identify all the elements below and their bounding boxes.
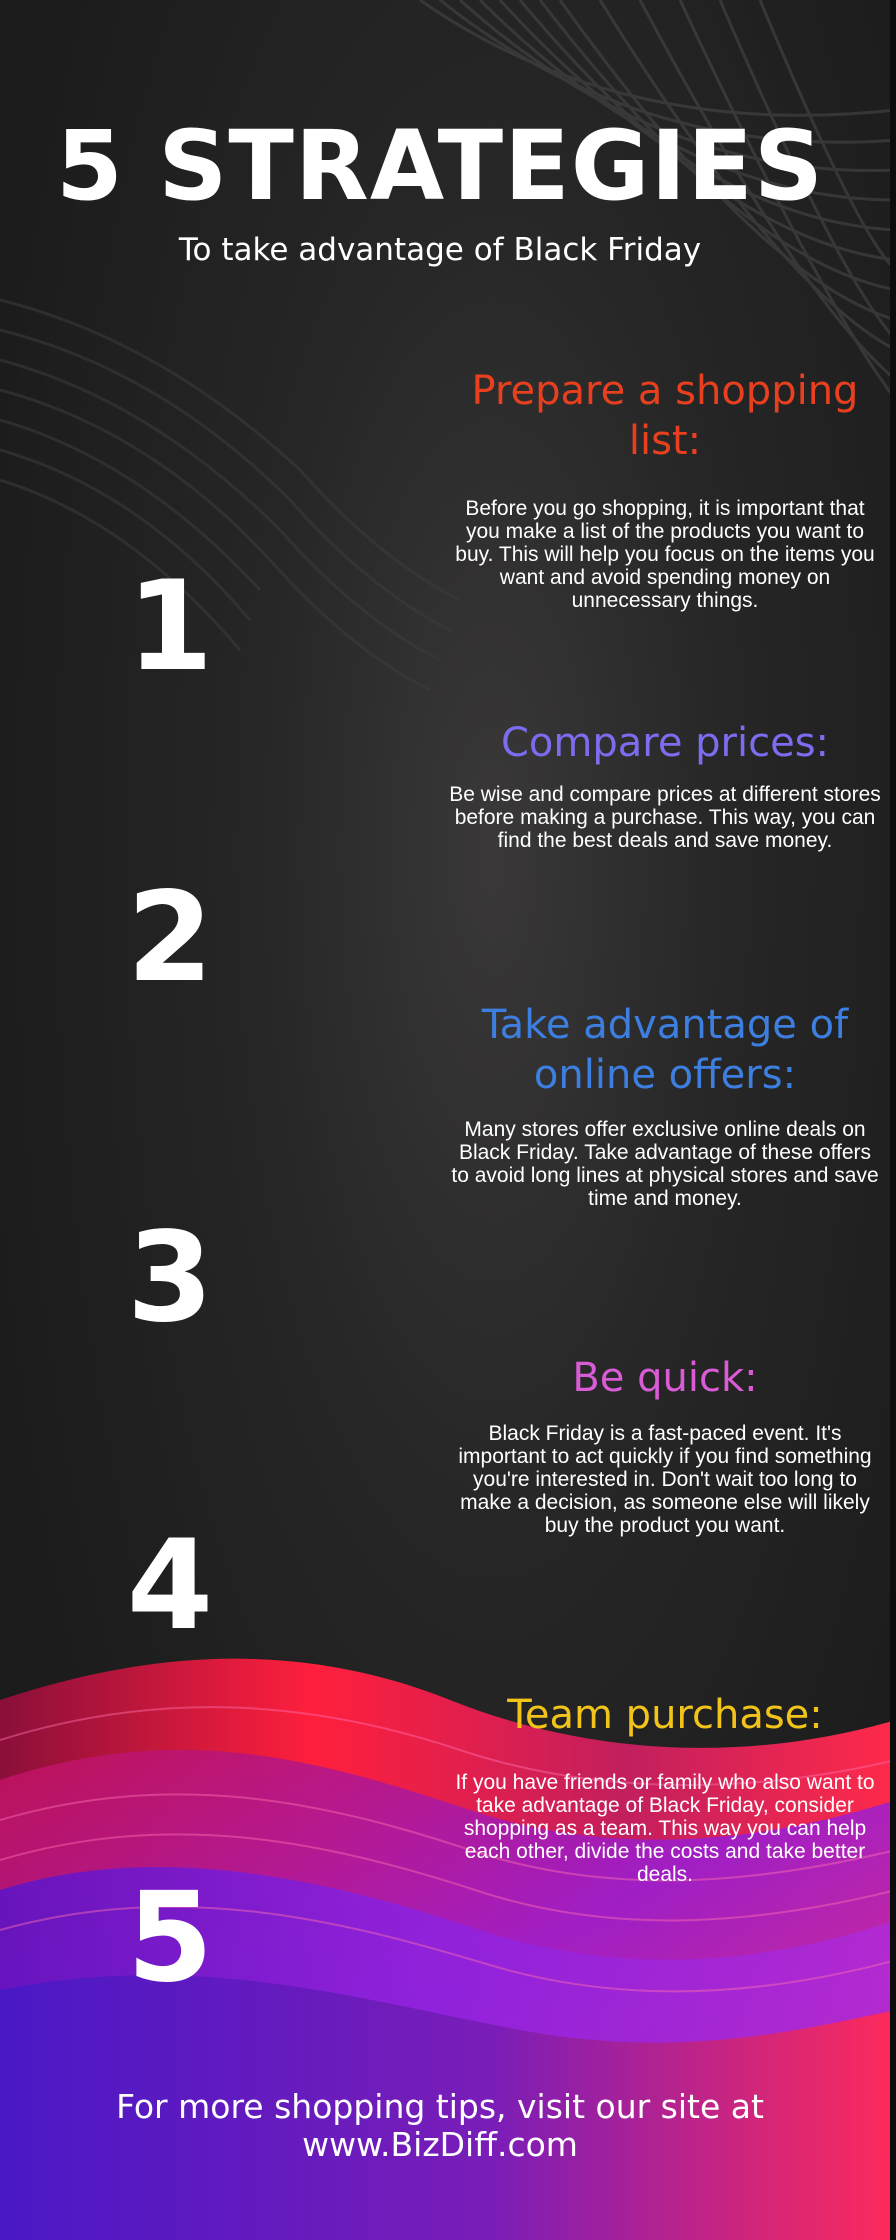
- strategy-text-4: Black Friday is a fast-paced event. It's…: [458, 1422, 872, 1538]
- strategy-heading-4: Be quick:: [572, 1355, 758, 1401]
- strategy-heading-5: Team purchase:: [507, 1692, 823, 1738]
- strategy-heading-2: Compare prices:: [500, 720, 830, 766]
- footer-website[interactable]: For more shopping tips, visit our site a…: [0, 2088, 880, 2164]
- strategy-number-1: 1: [126, 555, 214, 699]
- strategy-number-5: 5: [126, 1866, 214, 2010]
- strategy-text-1: Before you go shopping, it is important …: [455, 497, 875, 613]
- strategy-number-3: 3: [126, 1206, 214, 1350]
- strategy-heading-3: Take advantage of online offers:: [481, 1002, 849, 1098]
- strategy-text-3: Many stores offer exclusive online deals…: [451, 1118, 879, 1211]
- strategy-text-2: Be wise and compare prices at different …: [449, 783, 881, 853]
- strategy-number-4: 4: [126, 1514, 214, 1658]
- infographic-poster: 5 STRATEGIES To take advantage of Black …: [0, 0, 896, 2240]
- strategy-text-5: If you have friends or family who also w…: [455, 1771, 875, 1887]
- page-subtitle: To take advantage of Black Friday: [178, 232, 702, 268]
- strategy-heading-1: Prepare a shopping list:: [471, 368, 859, 464]
- page-title: 5 STRATEGIES: [56, 110, 824, 222]
- strategy-number-2: 2: [126, 866, 214, 1010]
